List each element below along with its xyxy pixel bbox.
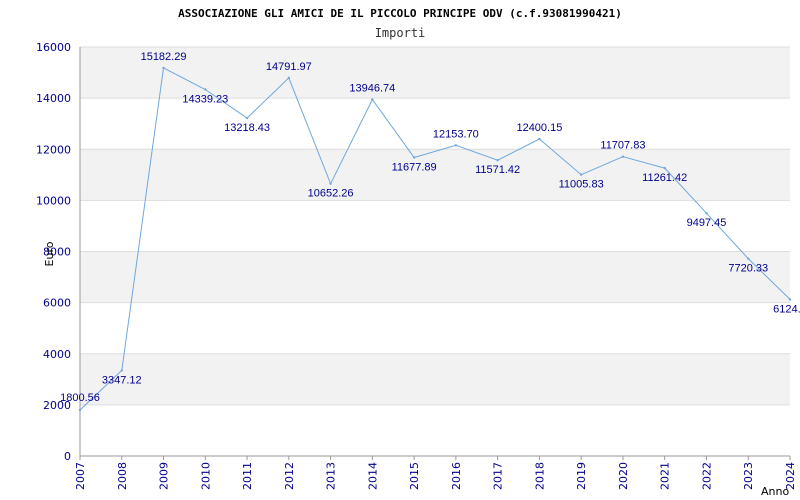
data-point [245,116,249,120]
data-label: 6124.3 [773,303,800,315]
x-tick-label: 2021 [659,462,672,490]
data-point [120,369,123,372]
x-tick-label: 2010 [199,462,212,490]
x-tick-label: 2022 [700,462,713,490]
data-label: 3347.12 [102,374,142,386]
y-tick-label: 14000 [36,92,71,105]
grid-band [80,251,790,303]
data-point [204,88,207,91]
data-label: 12153.70 [433,128,479,140]
data-point [454,144,458,147]
data-point [747,257,750,260]
x-tick-label: 2011 [241,462,254,490]
data-point [663,166,666,170]
data-point [287,76,291,80]
y-tick-label: 10000 [36,194,71,207]
x-tick-label: 2009 [158,462,171,490]
data-label: 11677.89 [392,161,437,173]
chart-title: ASSOCIAZIONE GLI AMICI DE IL PICCOLO PRI… [178,7,622,20]
data-point [329,182,332,185]
data-point [371,98,374,101]
data-label: 10652.26 [308,188,354,200]
x-tick-label: 2017 [492,462,505,490]
x-tick-label: 2019 [575,462,588,490]
data-label: 11707.83 [600,140,645,152]
y-tick-label: 4000 [43,348,71,361]
x-tick-label: 2013 [325,462,338,490]
data-label: 14791.97 [266,61,312,73]
y-tick-label: 12000 [36,143,71,156]
x-tick-label: 2007 [74,462,87,490]
x-tick-label: 2020 [617,462,630,490]
data-point [579,173,583,176]
data-label: 13218.43 [224,122,270,134]
x-axis-title: Anno [761,485,789,498]
x-tick-label: 2023 [742,462,755,490]
y-tick-label: 16000 [36,41,71,54]
data-label: 11005.83 [559,179,604,191]
data-label: 11571.42 [475,164,520,176]
data-point [162,66,165,70]
data-point [621,155,625,158]
x-tick-label: 2008 [116,462,129,490]
data-labels: 1800.563347.12 15182.29 14339.23 13218.43 14… [60,51,800,404]
x-tick-label: 2012 [283,462,296,490]
y-axis-title: Euro [43,241,56,266]
data-point [412,156,416,159]
data-label: 1800.56 [60,392,100,404]
data-point [538,137,541,141]
data-point [78,408,82,412]
data-point [496,159,499,162]
data-point [788,298,792,301]
data-label: 7720.33 [728,263,768,275]
y-tick-label: 0 [64,450,71,463]
data-label: 13946.74 [349,82,395,94]
data-label: 14339.23 [182,93,228,105]
x-tick-label: 2018 [533,462,546,490]
data-label: 15182.29 [141,51,187,63]
y-tick-label: 6000 [43,297,71,310]
grid-band [80,47,790,99]
data-label: 9497.45 [687,217,727,229]
x-axis-ticks: 2007 2008 2009 2010 2011 2012 2013 2014 2015 2016… [74,456,797,490]
grid-band [80,353,790,405]
line-chart: 0200040006000800010000120001400016000 20… [36,7,800,498]
data-label: 11261.42 [642,172,687,184]
x-tick-label: 2016 [450,462,463,490]
chart-container: 0 2000 4000 6000 8000 10000 12000 14000 16000 20… [0,0,800,500]
x-tick-label: 2015 [408,462,421,490]
data-point [705,212,708,215]
x-tick-label: 2014 [366,462,379,490]
chart-subtitle: Importi [375,26,426,40]
data-label: 12400.15 [516,122,562,134]
